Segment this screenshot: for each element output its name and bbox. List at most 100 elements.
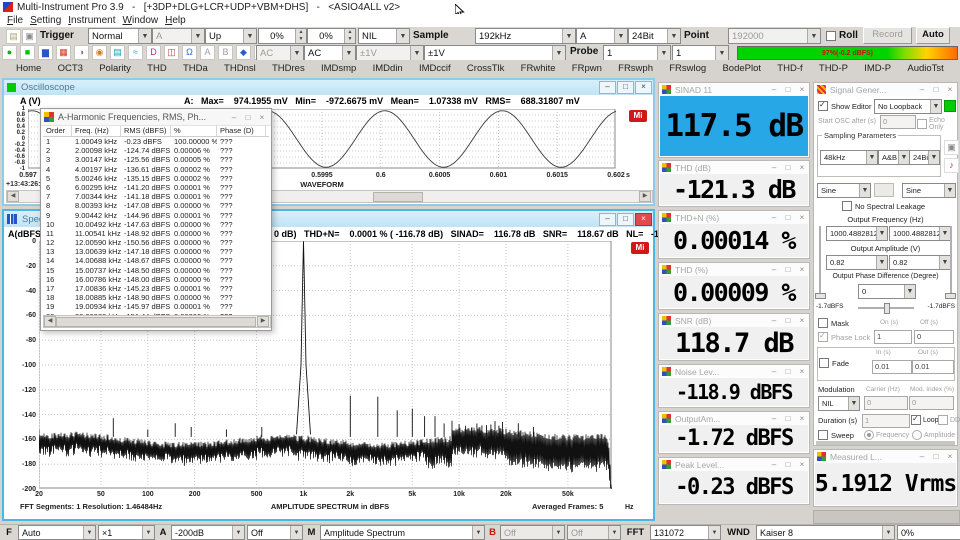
tab-frpwn[interactable]: FRpwn <box>572 63 602 74</box>
gen-channels-select[interactable]: A&B▼ <box>878 150 910 165</box>
lcr-meter-icon[interactable]: Ω <box>182 45 197 60</box>
tab-thda[interactable]: THDa <box>183 63 208 74</box>
tab-oct3[interactable]: OCT3 <box>58 63 83 74</box>
close-button[interactable]: × <box>943 452 957 461</box>
scroll-left-arrow[interactable]: ◀ <box>7 191 19 202</box>
scroll-left-arrow[interactable]: ◀ <box>44 316 56 327</box>
start-osc-input[interactable]: 0 <box>880 115 916 129</box>
close-button[interactable]: × <box>795 265 809 274</box>
measured-level-titlebar[interactable]: Measured L... – □ × <box>814 450 957 463</box>
spectrum-3d-plot-icon[interactable]: ◉ <box>92 45 107 60</box>
trigger-level-spinner[interactable]: 0%▲▼ <box>258 28 307 44</box>
meter-titlebar[interactable]: SINAD 11–□× <box>659 83 809 96</box>
link-channels-button[interactable] <box>874 183 894 197</box>
view-mode-select[interactable]: Amplitude Spectrum▼ <box>320 525 485 540</box>
range-b-select[interactable]: ±1V▼ <box>424 45 566 61</box>
menu-item-instrument[interactable]: Instrument <box>68 15 115 26</box>
sweep-checkbox[interactable]: Sweep <box>818 430 854 440</box>
tab-home[interactable]: Home <box>16 63 41 74</box>
minimize-button[interactable]: – <box>767 163 781 172</box>
tab-audiotst[interactable]: AudioTst <box>907 63 943 74</box>
waveform-b-select[interactable]: Sine▼ <box>902 183 956 198</box>
probe-a-select[interactable]: 1▼ <box>603 45 671 61</box>
maximize-button[interactable]: □ <box>781 460 795 469</box>
device-test-plan-icon[interactable]: ◫ <box>164 45 179 60</box>
scroll-thumb[interactable] <box>373 192 423 202</box>
ddp-viewer-icon[interactable]: D <box>146 45 161 60</box>
table-row[interactable]: 1414.00688 kHz-148.67 dBFS0.00000 %??? <box>43 256 269 265</box>
table-row[interactable]: 11.00049 kHz-0.23 dBFS100.00000 %??? <box>43 137 269 146</box>
phase-lock-checkbox[interactable]: Phase Lock <box>818 332 870 342</box>
close-button[interactable]: × <box>795 85 809 94</box>
sample-bits-select[interactable]: 24Bit▼ <box>628 28 681 44</box>
no-spectral-leakage-checkbox[interactable]: No Spectral Leakage <box>842 201 925 211</box>
duration-input[interactable]: 1 <box>862 414 910 428</box>
amplitude-b-select[interactable]: 0.82▼ <box>889 255 951 270</box>
table-row[interactable]: 1919.00934 kHz-145.97 dBFS0.00001 %??? <box>43 302 269 311</box>
echo-only-checkbox[interactable]: Echo Only <box>917 117 957 131</box>
table-row[interactable]: 1313.00639 kHz-147.18 dBFS0.00000 %??? <box>43 247 269 256</box>
save-file-icon[interactable]: ▣ <box>22 29 37 44</box>
carrier-input[interactable]: 0 <box>864 396 908 410</box>
probe-b-select[interactable]: 1▼ <box>672 45 729 61</box>
amplitude-slider-b[interactable] <box>950 226 952 298</box>
tab-thd-f[interactable]: THD-f <box>777 63 802 74</box>
meter-titlebar[interactable]: Noise Lev...–□× <box>659 365 809 378</box>
music-note-icon[interactable]: ♪ <box>944 158 959 173</box>
overlap-select[interactable]: 0%▼ <box>897 525 960 540</box>
close-button[interactable]: × <box>795 163 809 172</box>
range-a-select[interactable]: ±1V▼ <box>356 45 424 61</box>
phase-difference-select[interactable]: 0▼ <box>858 284 916 299</box>
maximize-button[interactable]: □ <box>781 367 795 376</box>
meter-titlebar[interactable]: SNR (dB)–□× <box>659 314 809 327</box>
table-row[interactable]: 88.00393 kHz-147.08 dBFS0.00000 %??? <box>43 201 269 210</box>
range-floor-b-select[interactable]: Off▼ <box>500 525 565 540</box>
data-logger-icon[interactable]: ▤ <box>110 45 125 60</box>
trigger-delay-spinner[interactable]: 0%▲▼ <box>307 28 356 44</box>
amplitude-a-select[interactable]: 0.82▼ <box>826 255 888 270</box>
fade-out-input[interactable]: 0.01 <box>912 360 954 374</box>
minimize-button[interactable]: – <box>767 460 781 469</box>
table-row[interactable]: 1515.00737 kHz-148.50 dBFS0.00000 %??? <box>43 266 269 275</box>
slider-thumb[interactable] <box>815 293 826 299</box>
table-row[interactable]: 22.00098 kHz-124.74 dBFS0.00006 %??? <box>43 146 269 155</box>
loopback-select[interactable]: No Loopback▼ <box>874 99 942 114</box>
minimize-button[interactable]: – <box>767 213 781 222</box>
spinner-arrows[interactable]: ▲▼ <box>344 29 355 43</box>
window-function-select[interactable]: Kaiser 8▼ <box>756 525 895 540</box>
close-button[interactable]: × <box>795 460 809 469</box>
tab-imdsmp[interactable]: IMDsmp <box>321 63 356 74</box>
settings-icon[interactable]: ◆ <box>236 45 251 60</box>
mod-index-input[interactable]: 0 <box>909 396 954 410</box>
meter-titlebar[interactable]: THD (%)–□× <box>659 263 809 276</box>
maximize-button[interactable]: □ <box>929 85 943 94</box>
waveform-a-select[interactable]: Sine▼ <box>817 183 871 198</box>
zoom-select[interactable]: ×1▼ <box>98 525 155 540</box>
tab-thd-p[interactable]: THD-P <box>819 63 848 74</box>
table-row[interactable]: 1616.00786 kHz-148.00 dBFS0.00000 %??? <box>43 275 269 284</box>
table-row[interactable]: 55.00246 kHz-135.15 dBFS0.00002 %??? <box>43 174 269 183</box>
amplitude-slider-a[interactable] <box>819 226 821 298</box>
mask-on-input[interactable]: 1 <box>874 330 912 344</box>
minimize-button[interactable]: – <box>599 213 616 226</box>
coupling-b-select[interactable]: AC▼ <box>304 45 356 61</box>
scroll-right-arrow[interactable]: ▶ <box>257 316 269 327</box>
maximize-button[interactable]: □ <box>241 113 255 122</box>
show-editor-checkbox[interactable]: Show Editor <box>818 101 871 111</box>
tab-imd-p[interactable]: IMD-P <box>864 63 891 74</box>
tab-imddin[interactable]: IMDdin <box>373 63 403 74</box>
mask-checkbox[interactable]: Mask <box>818 318 849 328</box>
table-row[interactable]: 1010.00492 kHz-147.63 dBFS0.00000 %??? <box>43 220 269 229</box>
minimize-button[interactable]: – <box>227 113 241 122</box>
frequency-axis-select[interactable]: Auto▼ <box>18 525 96 540</box>
dds-checkbox[interactable]: DDS <box>938 415 960 425</box>
loop-checkbox[interactable]: Loop <box>911 415 939 425</box>
signal-generator-titlebar[interactable]: Signal Gener... – □ × <box>814 83 957 96</box>
table-row[interactable]: 77.00344 kHz-141.18 dBFS0.00001 %??? <box>43 192 269 201</box>
tab-imdccif[interactable]: IMDccif <box>419 63 451 74</box>
meter-titlebar[interactable]: OutputAm...–□× <box>659 412 809 425</box>
fft-size-select[interactable]: 131072▼ <box>650 525 721 540</box>
trigger-mode-select[interactable]: Normal▼ <box>88 28 152 44</box>
save-waveform-icon[interactable]: ▣ <box>944 140 959 155</box>
close-button[interactable]: × <box>795 213 809 222</box>
